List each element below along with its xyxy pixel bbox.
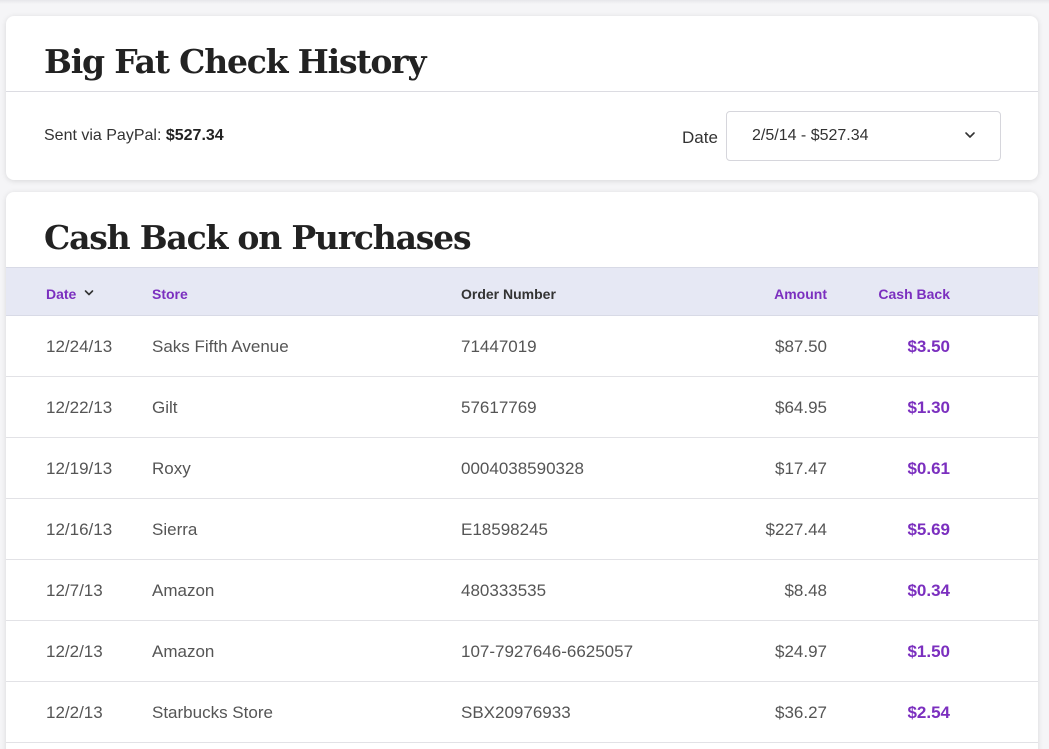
cell-store: Starbucks Store bbox=[152, 703, 273, 722]
sort-descending-icon bbox=[85, 290, 94, 296]
table-body: 12/24/13 Saks Fifth Avenue 71447019 $87.… bbox=[6, 316, 1038, 743]
cell-order-number: 0004038590328 bbox=[461, 459, 584, 478]
page-top-shadow bbox=[0, 0, 1049, 4]
table-row: 12/2/13 Amazon 107-7927646-6625057 $24.9… bbox=[6, 621, 1038, 682]
cell-amount: $8.48 bbox=[784, 581, 827, 600]
date-select-label: Date bbox=[682, 128, 718, 147]
cell-date: 12/22/13 bbox=[46, 398, 113, 417]
date-select-value: 2/5/14 - $527.34 bbox=[752, 127, 869, 144]
column-header-date[interactable]: Date bbox=[46, 286, 94, 302]
cell-cash-back: $2.54 bbox=[907, 703, 950, 722]
cell-amount: $64.95 bbox=[775, 398, 827, 417]
cell-cash-back: $0.34 bbox=[907, 581, 950, 600]
cell-store: Amazon bbox=[152, 581, 215, 600]
cell-cash-back: $1.30 bbox=[907, 398, 950, 417]
cell-store: Gilt bbox=[152, 398, 178, 417]
table-row: 12/7/13 Amazon 480333535 $8.48 $0.34 bbox=[6, 560, 1038, 621]
date-select-dropdown[interactable]: 2/5/14 - $527.34 bbox=[726, 111, 1001, 161]
cell-store: Saks Fifth Avenue bbox=[152, 337, 289, 356]
cell-order-number: SBX20976933 bbox=[461, 703, 571, 722]
cell-date: 12/16/13 bbox=[46, 520, 113, 539]
cell-order-number: 480333535 bbox=[461, 581, 547, 600]
cell-amount: $24.97 bbox=[775, 642, 827, 661]
cell-store: Roxy bbox=[152, 459, 191, 478]
column-header-cash-back[interactable]: Cash Back bbox=[878, 286, 950, 302]
cell-date: 12/7/13 bbox=[46, 581, 103, 600]
column-header-date-label: Date bbox=[46, 286, 77, 302]
column-header-store[interactable]: Store bbox=[152, 286, 188, 302]
cell-order-number: 107-7927646-6625057 bbox=[461, 642, 634, 661]
cell-cash-back: $1.50 bbox=[907, 642, 950, 661]
sent-label: Sent via PayPal: bbox=[44, 127, 162, 144]
cell-store: Amazon bbox=[152, 642, 215, 661]
table-row: 12/16/13 Sierra E18598245 $227.44 $5.69 bbox=[6, 499, 1038, 560]
cell-amount: $227.44 bbox=[765, 520, 827, 539]
cell-date: 12/2/13 bbox=[46, 642, 103, 661]
cell-date: 12/19/13 bbox=[46, 459, 113, 478]
cell-cash-back: $5.69 bbox=[907, 520, 950, 539]
cell-amount: $17.47 bbox=[775, 459, 827, 478]
column-header-amount[interactable]: Amount bbox=[774, 286, 827, 302]
cash-back-title: Cash Back on Purchases bbox=[44, 218, 472, 257]
table-row: 12/2/13 Starbucks Store SBX20976933 $36.… bbox=[6, 682, 1038, 743]
cell-order-number: 57617769 bbox=[461, 398, 537, 417]
table-row: 12/19/13 Roxy 0004038590328 $17.47 $0.61 bbox=[6, 438, 1038, 499]
cell-cash-back: $0.61 bbox=[907, 459, 950, 478]
cell-date: 12/24/13 bbox=[46, 337, 113, 356]
table-row: 12/22/13 Gilt 57617769 $64.95 $1.30 bbox=[6, 377, 1038, 438]
check-history-title: Big Fat Check History bbox=[44, 42, 427, 81]
check-history-card: Big Fat Check History Sent via PayPal: $… bbox=[6, 16, 1038, 180]
column-header-order-number: Order Number bbox=[461, 286, 556, 302]
sent-via-paypal: Sent via PayPal: $527.34 bbox=[44, 127, 224, 145]
cell-order-number: 71447019 bbox=[461, 337, 537, 356]
cash-back-card: Cash Back on Purchases Date Store Order … bbox=[6, 192, 1038, 749]
cell-cash-back: $3.50 bbox=[907, 337, 950, 356]
divider bbox=[6, 91, 1038, 92]
cell-amount: $87.50 bbox=[775, 337, 827, 356]
cell-date: 12/2/13 bbox=[46, 703, 103, 722]
table-row: 12/24/13 Saks Fifth Avenue 71447019 $87.… bbox=[6, 316, 1038, 377]
chevron-down-icon bbox=[965, 132, 975, 138]
sent-amount: $527.34 bbox=[165, 127, 224, 144]
cell-order-number: E18598245 bbox=[461, 520, 548, 539]
cell-store: Sierra bbox=[152, 520, 198, 539]
table-header: Date Store Order Number Amount Cash Back bbox=[6, 267, 1038, 316]
cell-amount: $36.27 bbox=[775, 703, 827, 722]
